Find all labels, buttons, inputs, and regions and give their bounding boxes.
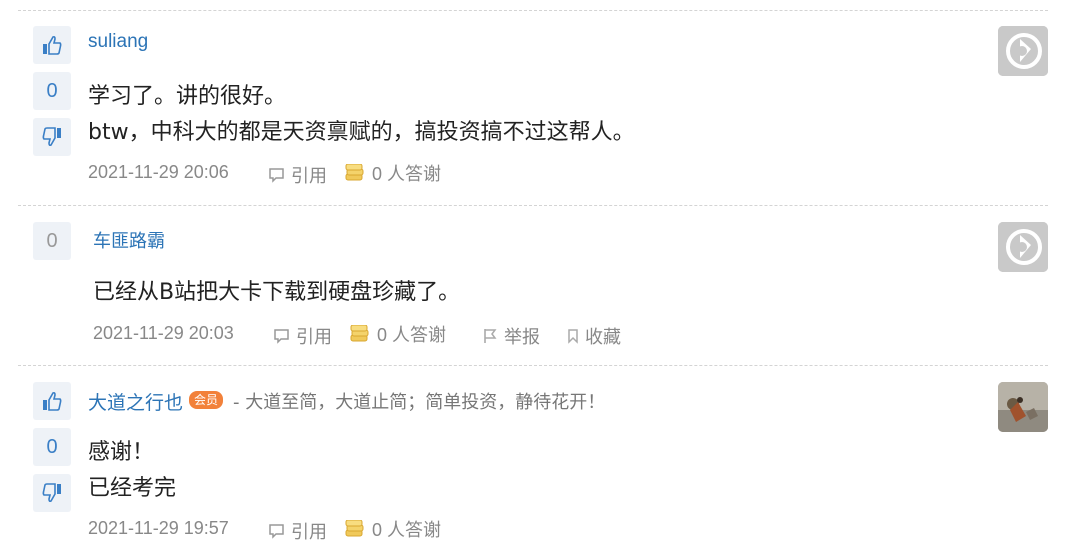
downvote-button[interactable] xyxy=(33,118,71,156)
quote-button[interactable]: 引用 xyxy=(268,162,327,188)
comment-text-line: 感谢！ xyxy=(88,440,155,465)
coins-icon xyxy=(350,325,369,342)
upvote-button[interactable] xyxy=(33,382,71,420)
thumbs-up-icon xyxy=(43,391,62,411)
user-avatar[interactable] xyxy=(998,26,1048,76)
quote-button[interactable]: 引用 xyxy=(268,518,327,543)
username-link[interactable]: 车匪路霸 xyxy=(93,227,165,253)
photo-avatar-icon xyxy=(998,382,1048,432)
thumbs-down-icon xyxy=(42,483,61,503)
speech-bubble-icon xyxy=(269,168,284,183)
quote-label: 引用 xyxy=(291,522,327,543)
post-divider xyxy=(18,205,1048,206)
report-button[interactable]: 举报 xyxy=(482,323,540,349)
post-timestamp: 2021-11-29 20:03 xyxy=(93,323,234,343)
default-avatar-icon xyxy=(998,26,1048,76)
member-badge: 会员 xyxy=(189,391,224,409)
user-avatar[interactable] xyxy=(998,382,1048,432)
thanks-label: 0 人答谢 xyxy=(377,325,447,345)
bookmark-icon xyxy=(568,329,578,344)
flag-icon xyxy=(484,329,497,343)
post-timestamp: 2021-11-29 19:57 xyxy=(88,518,229,538)
thanks-button[interactable]: 0 人答谢 xyxy=(349,321,446,347)
vote-count: 0 xyxy=(33,428,71,466)
quote-label: 引用 xyxy=(296,327,332,348)
thumbs-up-icon xyxy=(43,35,62,55)
thanks-button[interactable]: 0 人答谢 xyxy=(344,160,441,186)
favorite-label: 收藏 xyxy=(585,327,621,348)
vote-count: 0 xyxy=(33,72,71,110)
report-label: 举报 xyxy=(504,327,540,348)
comment-text-line: 已经考完 xyxy=(88,476,177,501)
coins-icon xyxy=(345,520,364,537)
post-timestamp: 2021-11-29 20:06 xyxy=(88,162,229,182)
thanks-label: 0 人答谢 xyxy=(372,520,442,540)
user-avatar[interactable] xyxy=(998,222,1048,272)
username-link[interactable]: 大道之行也 xyxy=(88,388,183,415)
comment-text-line: 已经从B站把大卡下载到硬盘珍藏了。 xyxy=(93,280,461,305)
comment-text-line: btw，中科大的都是天资禀赋的，搞投资搞不过这帮人。 xyxy=(88,120,635,145)
post-divider xyxy=(18,365,1048,366)
favorite-button[interactable]: 收藏 xyxy=(567,323,621,349)
post-divider xyxy=(18,10,1048,11)
thanks-label: 0 人答谢 xyxy=(372,164,442,184)
thumbs-down-icon xyxy=(42,127,61,147)
upvote-button[interactable] xyxy=(33,26,71,64)
quote-label: 引用 xyxy=(291,166,327,187)
quote-button[interactable]: 引用 xyxy=(273,323,332,349)
user-signature: - 大道至简，大道止简；简单投资，静待花开！ xyxy=(233,392,606,413)
thanks-button[interactable]: 0 人答谢 xyxy=(344,516,441,542)
default-avatar-icon xyxy=(998,222,1048,272)
speech-bubble-icon xyxy=(269,524,284,539)
username-link[interactable]: suliang xyxy=(88,31,148,53)
speech-bubble-icon xyxy=(274,329,289,344)
vote-count: 0 xyxy=(33,222,71,260)
comment-text-line: 学习了。讲的很好。 xyxy=(88,84,287,109)
downvote-button[interactable] xyxy=(33,474,71,512)
coins-icon xyxy=(345,164,364,181)
